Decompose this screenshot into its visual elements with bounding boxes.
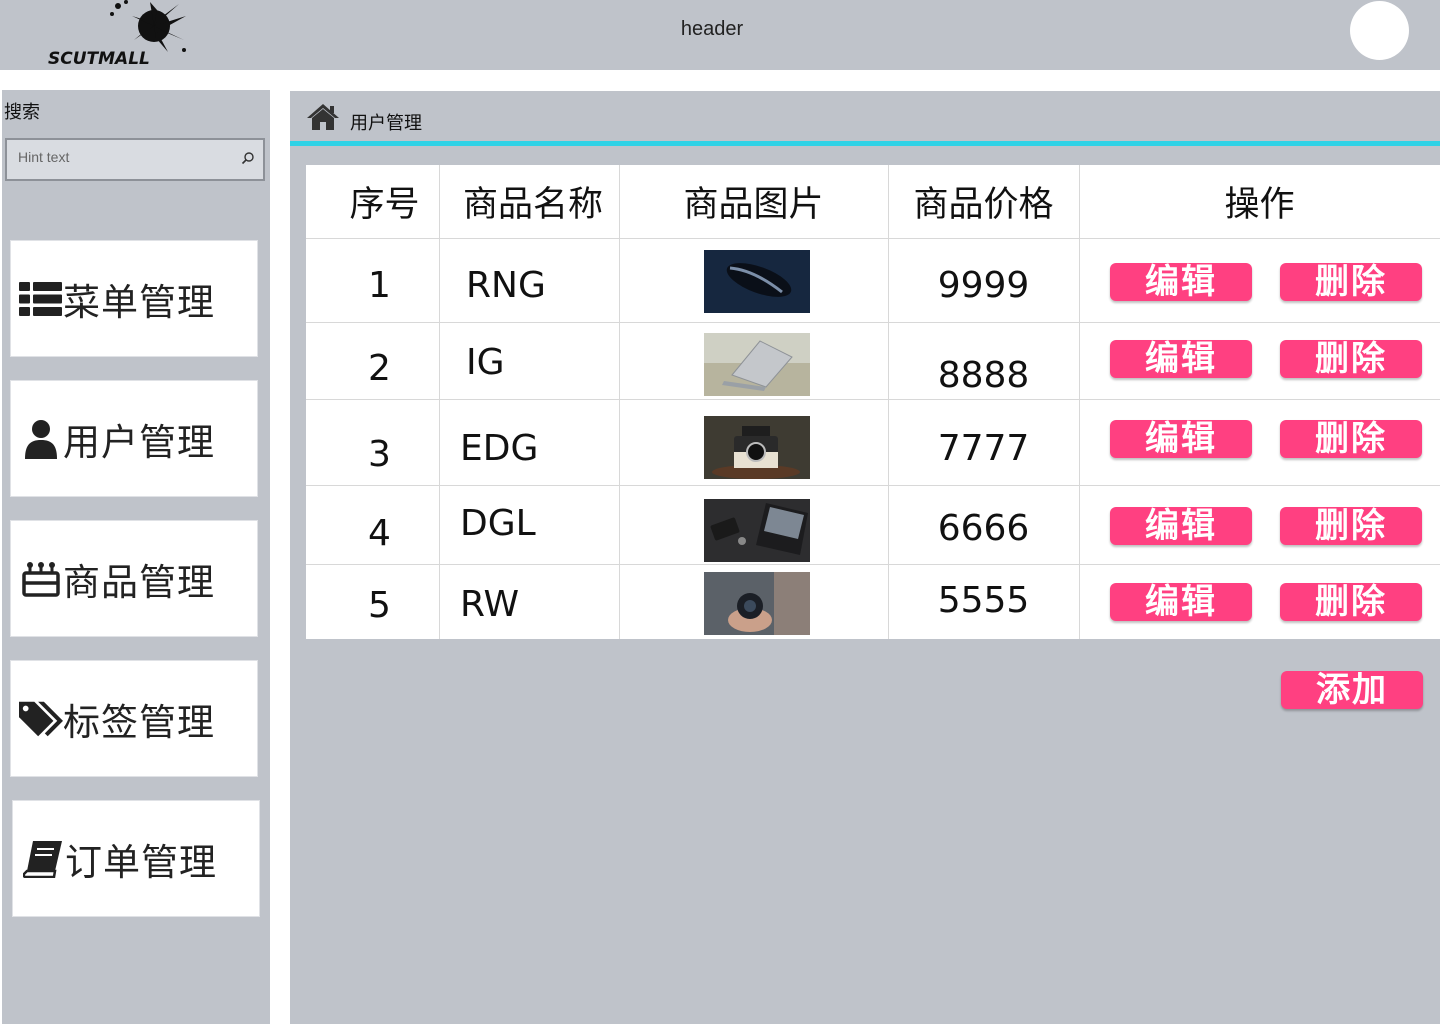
home-icon[interactable]: [306, 103, 340, 131]
main-content: 用户管理 序号 商品名称 商品图片 商品价格 操作 1 RNG 9999 编辑 …: [290, 91, 1440, 1024]
delete-button[interactable]: 删除: [1280, 263, 1422, 301]
sidebar-item-users[interactable]: 用户管理: [10, 380, 258, 497]
column-header-actions: 操作: [1224, 185, 1295, 225]
sidebar-item-products[interactable]: 商品管理: [10, 520, 258, 637]
breadcrumb-label: 用户管理: [350, 113, 422, 134]
edit-button[interactable]: 编辑: [1110, 583, 1252, 621]
edit-button[interactable]: 编辑: [1110, 420, 1252, 458]
row-divider: [306, 238, 1440, 239]
cell-id: 2: [368, 347, 391, 389]
cell-name: RW: [460, 583, 520, 625]
column-header-name: 商品名称: [462, 185, 603, 225]
list-icon: [19, 277, 63, 321]
product-image-lens-in-hand[interactable]: [704, 572, 810, 635]
cell-name: EDG: [460, 427, 539, 469]
cell-price: 9999: [937, 264, 1030, 306]
avatar[interactable]: [1350, 1, 1409, 60]
cell-price: 5555: [937, 579, 1030, 621]
breadcrumb: 用户管理: [290, 91, 1440, 146]
cell-name: DGL: [460, 502, 536, 544]
sidebar-item-label: 用户管理: [63, 420, 215, 464]
header-title: header: [680, 18, 744, 40]
add-button[interactable]: 添加: [1281, 671, 1423, 709]
tags-icon: [19, 697, 63, 741]
cell-price: 8888: [937, 354, 1030, 396]
sidebar-item-tags[interactable]: 标签管理: [10, 660, 258, 777]
row-divider: [306, 485, 1440, 486]
column-header-price: 商品价格: [913, 185, 1054, 225]
cell-id: 5: [368, 584, 391, 626]
user-icon: [19, 417, 63, 461]
product-image-desk-laptop[interactable]: [704, 499, 810, 562]
search-icon[interactable]: [241, 151, 255, 165]
book-icon: [21, 837, 65, 881]
cell-name: RNG: [466, 264, 546, 306]
sidebar: 搜索 菜单管理: [2, 90, 270, 1024]
cell-price: 7777: [937, 427, 1030, 469]
sidebar-item-label: 订单管理: [65, 840, 217, 884]
sidebar-item-orders[interactable]: 订单管理: [12, 800, 260, 917]
delete-button[interactable]: 删除: [1280, 420, 1422, 458]
delete-button[interactable]: 删除: [1280, 583, 1422, 621]
search-input[interactable]: [16, 146, 235, 168]
gift-icon: [19, 557, 63, 601]
search-box[interactable]: [5, 138, 265, 181]
search-label: 搜索: [4, 102, 40, 123]
product-image-mouse[interactable]: [704, 250, 810, 313]
row-divider: [306, 564, 1440, 565]
delete-button[interactable]: 删除: [1280, 340, 1422, 378]
cell-price: 6666: [937, 507, 1030, 549]
sidebar-item-label: 商品管理: [63, 560, 215, 604]
column-header-image: 商品图片: [683, 185, 824, 225]
row-divider: [306, 399, 1440, 400]
cell-name: IG: [466, 341, 505, 383]
edit-button[interactable]: 编辑: [1110, 507, 1252, 545]
product-image-instant-camera[interactable]: [704, 416, 810, 479]
logo-text: SCUTMALL: [48, 49, 150, 68]
cell-id: 1: [368, 264, 391, 306]
edit-button[interactable]: 编辑: [1110, 340, 1252, 378]
app-header: SCUTMALL header: [0, 0, 1440, 70]
product-table: 序号 商品名称 商品图片 商品价格 操作 1 RNG 9999 编辑 删除 2 …: [306, 165, 1440, 639]
sidebar-item-label: 菜单管理: [63, 280, 215, 324]
cell-id: 4: [368, 512, 391, 554]
edit-button[interactable]: 编辑: [1110, 263, 1252, 301]
cell-id: 3: [368, 433, 391, 475]
sidebar-item-label: 标签管理: [63, 700, 215, 744]
product-image-laptop[interactable]: [704, 333, 810, 396]
row-divider: [306, 322, 1440, 323]
sidebar-item-menu[interactable]: 菜单管理: [10, 240, 258, 357]
delete-button[interactable]: 删除: [1280, 507, 1422, 545]
